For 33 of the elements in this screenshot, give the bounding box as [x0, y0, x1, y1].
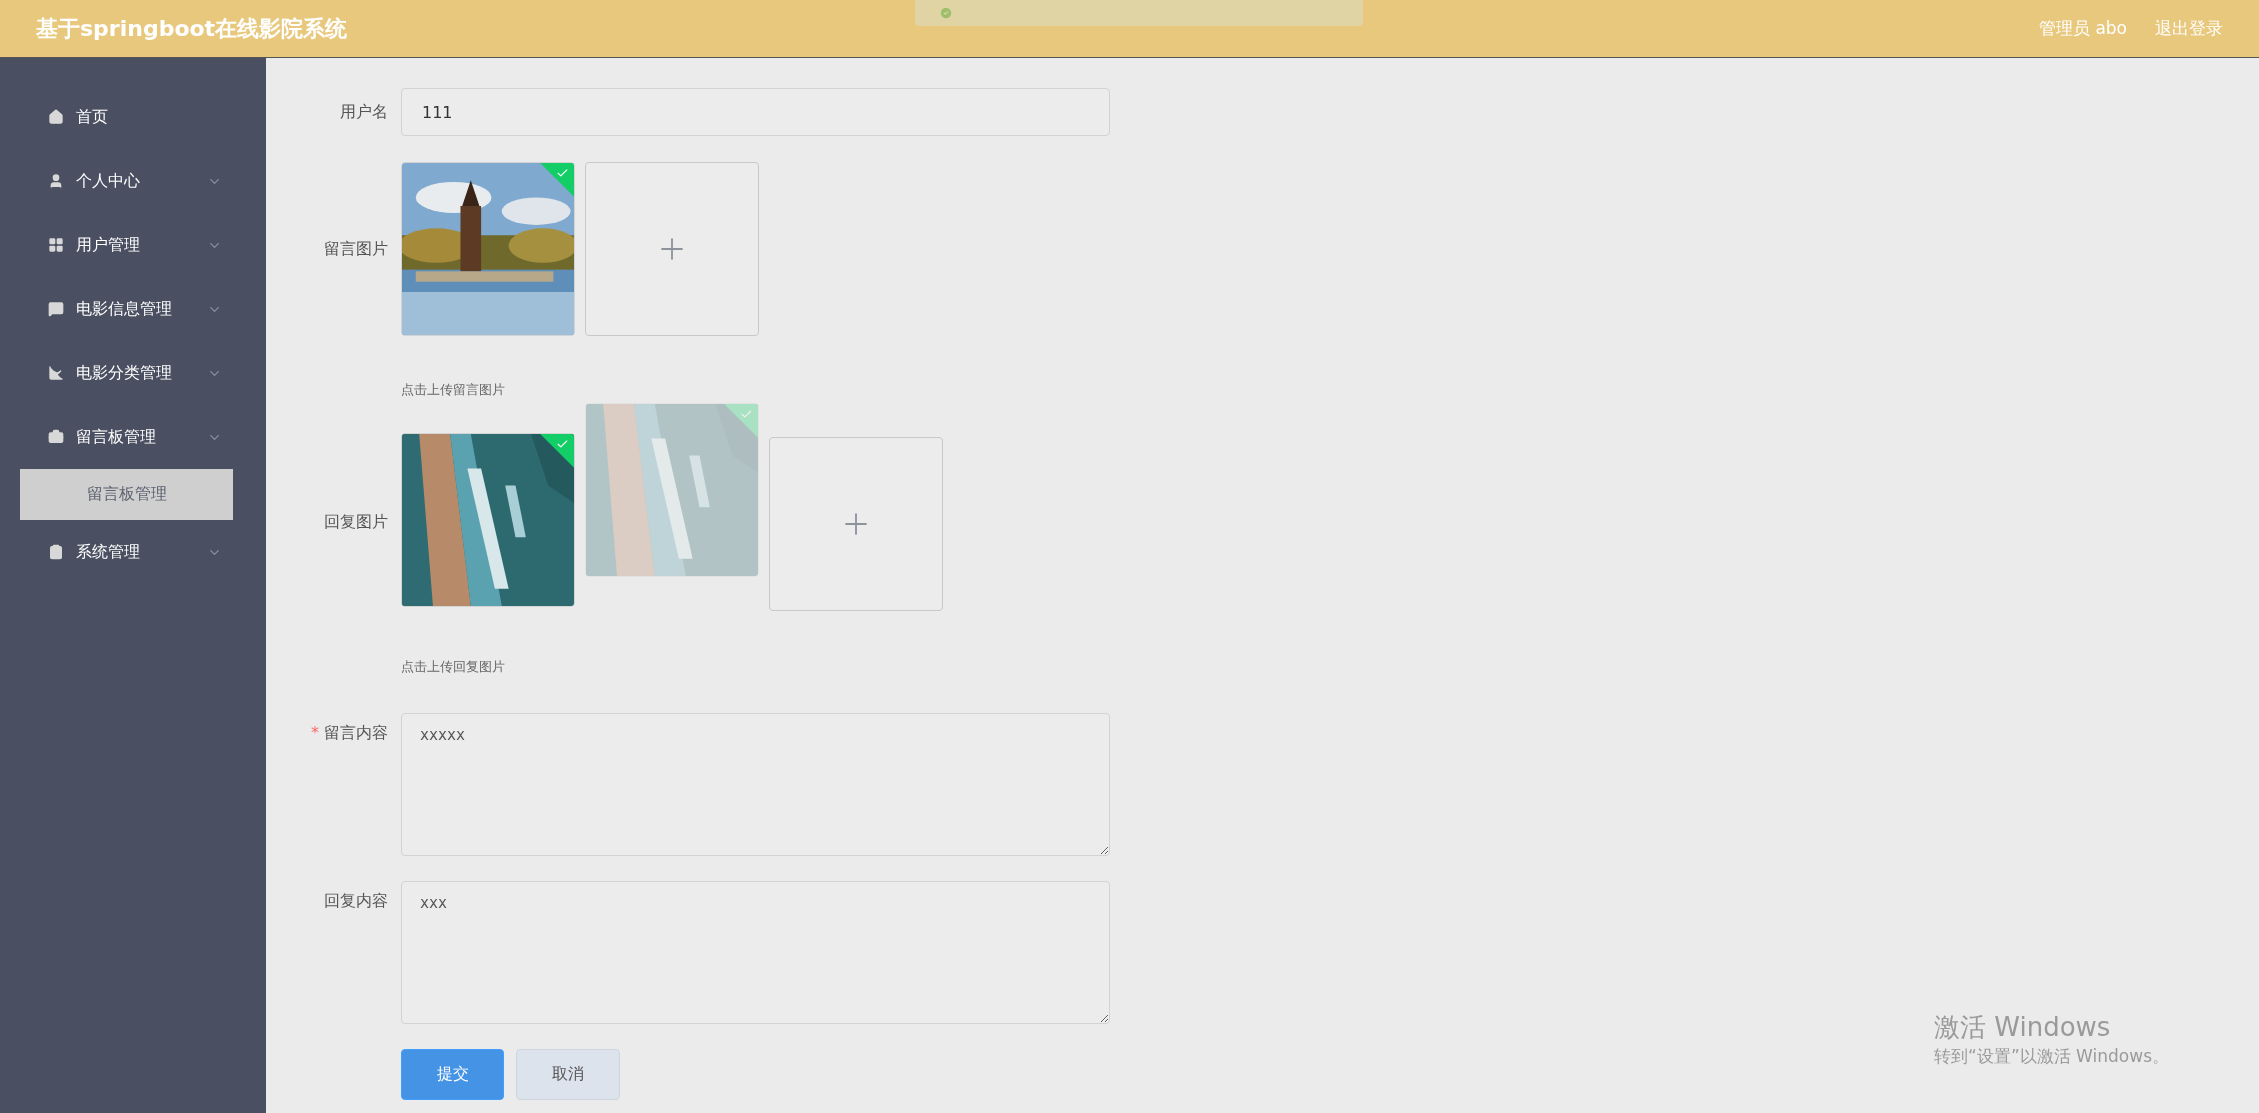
upload-hint: 点击上传留言图片: [401, 382, 506, 398]
sidebar-item[interactable]: 留言板管理: [0, 405, 266, 469]
sidebar-item[interactable]: 个人中心: [0, 149, 266, 213]
field-label: 回复内容: [323, 890, 389, 912]
field-label: 用户名: [339, 101, 389, 123]
message-textarea[interactable]: xxxxx: [401, 713, 1110, 856]
upload-hint: 点击上传回复图片: [401, 659, 506, 675]
field-label: 回复图片: [323, 511, 389, 533]
grid-icon: [48, 237, 64, 253]
briefcase-icon: [48, 429, 64, 445]
clipboard-icon: [48, 544, 64, 560]
sidebar-item[interactable]: 系统管理: [0, 520, 266, 584]
cancel-button[interactable]: 取消: [516, 1049, 620, 1100]
check-circle-icon: [939, 6, 953, 20]
submenu-item[interactable]: 留言板管理: [20, 469, 233, 520]
activation-title: 激活 Windows: [1934, 1011, 2112, 1044]
site-title: 基于springboot在线影院系统: [36, 14, 349, 43]
sidebar-item[interactable]: 电影分类管理: [0, 341, 266, 405]
upload-card[interactable]: [585, 162, 759, 336]
required-mark: *: [311, 723, 319, 742]
sidebar-item[interactable]: 首页: [0, 85, 266, 149]
activation-text: 转到“设置”以激活 Windows。: [1934, 1045, 2169, 1068]
reply-textarea[interactable]: xxx: [401, 881, 1110, 1024]
field-label: 留言图片: [323, 238, 389, 260]
field-label: * 留言内容: [310, 722, 389, 744]
sidebar-item[interactable]: 用户管理: [0, 213, 266, 277]
chart-icon: [48, 365, 64, 381]
username-field[interactable]: 111: [401, 88, 1110, 136]
chat-icon: [48, 301, 64, 317]
user-icon: [48, 173, 64, 189]
home-icon: [48, 109, 64, 125]
upload-card[interactable]: [769, 437, 943, 611]
sidebar-item[interactable]: 电影信息管理: [0, 277, 266, 341]
